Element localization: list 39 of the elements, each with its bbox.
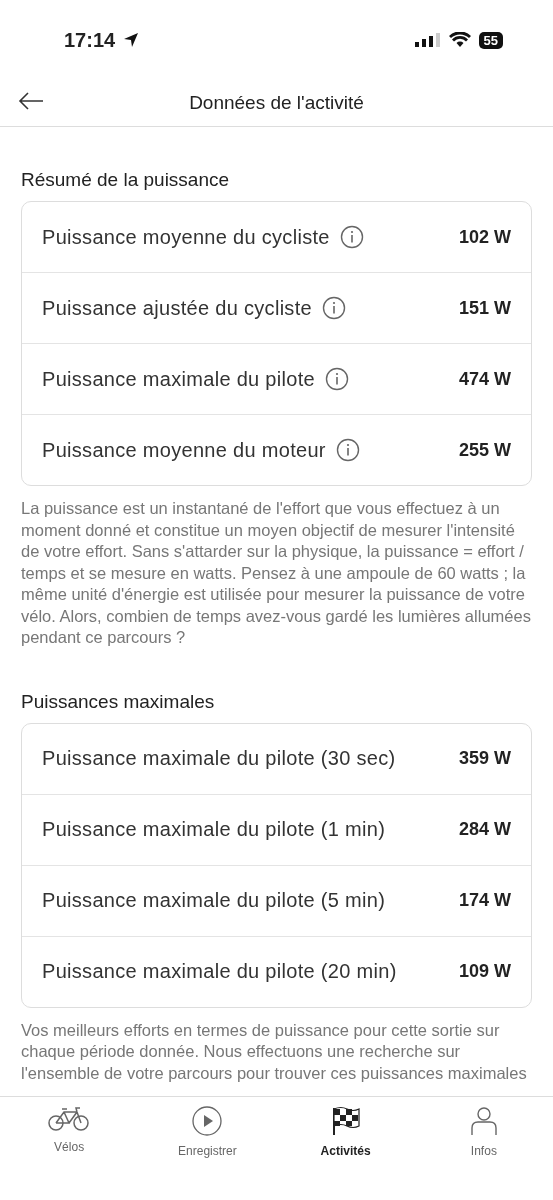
- tab-bar-item[interactable]: Vélos: [14, 1105, 125, 1200]
- wifi-icon: [448, 32, 471, 48]
- back-arrow-icon: [18, 92, 44, 110]
- bicycle-icon: [48, 1106, 91, 1132]
- stat-label: Puissance maximale du pilote (20 min): [42, 960, 397, 983]
- info-icon[interactable]: [321, 296, 346, 320]
- section-description: Vos meilleurs efforts en termes de puissance pour cette sortie sur chaque période donnée. Nous effectuons une recherche sur l'ensemble de votre parcours pour trouver ces puissances maximales: [21, 1019, 528, 1084]
- battery-level: 55: [478, 31, 503, 49]
- checkered-flag-icon: [330, 1106, 361, 1136]
- stat-value: 359 W: [458, 748, 511, 769]
- play-icon: [192, 1106, 223, 1136]
- stat-label: Puissance maximale du pilote: [42, 367, 315, 391]
- tab-bar-item[interactable]: Activités: [290, 1105, 401, 1200]
- info-icon[interactable]: [339, 225, 364, 249]
- stat-label: Puissance maximale du pilote (5 min): [42, 889, 386, 912]
- stat-label: Puissance ajustée du cycliste: [42, 296, 312, 320]
- stat-value: 255 W: [458, 439, 511, 461]
- stat-label: Puissance moyenne du moteur: [42, 438, 326, 462]
- tab-bar-item[interactable]: Infos: [428, 1105, 539, 1200]
- status-time: 17:14: [64, 28, 116, 52]
- info-icon[interactable]: [325, 367, 349, 391]
- info-icon[interactable]: [335, 438, 360, 462]
- section-title: Résumé de la puissance: [21, 169, 231, 191]
- location-arrow-icon: [123, 32, 140, 48]
- stat-label: Puissance maximale du pilote (1 min): [42, 818, 386, 841]
- signal-icon: [414, 33, 441, 47]
- page-title: Données de l'activité: [189, 92, 364, 114]
- stat-value: 174 W: [458, 890, 511, 911]
- section-title: Puissances maximales: [21, 690, 216, 713]
- section-description: La puissance est un instantané de l'effort que vous effectuez à un moment donné et constitue un moyen objectif de mesurer l'intensité de votre effort. Sans s'attarder sur la physique, la puissance = effort / temps et se mesure en watts. Pensez à une ampoule de 60 watts ; la même unité d'énergie est utilisée pour mesurer la puissance de votre vélo. Alors, combien de temps avez-vous gardé les lumières allumées pendant ce parcours ?: [21, 498, 532, 648]
- stat-value: 109 W: [458, 961, 511, 982]
- stat-value: 102 W: [458, 226, 511, 248]
- stat-label: Puissance moyenne du cycliste: [42, 225, 330, 249]
- person-icon: [469, 1106, 498, 1136]
- stat-value: 474 W: [458, 368, 511, 390]
- stat-value: 151 W: [458, 297, 511, 319]
- stat-label: Puissance maximale du pilote (30 sec): [42, 747, 396, 770]
- tab-bar-item[interactable]: Enregistrer: [152, 1105, 263, 1200]
- stat-value: 284 W: [458, 819, 511, 840]
